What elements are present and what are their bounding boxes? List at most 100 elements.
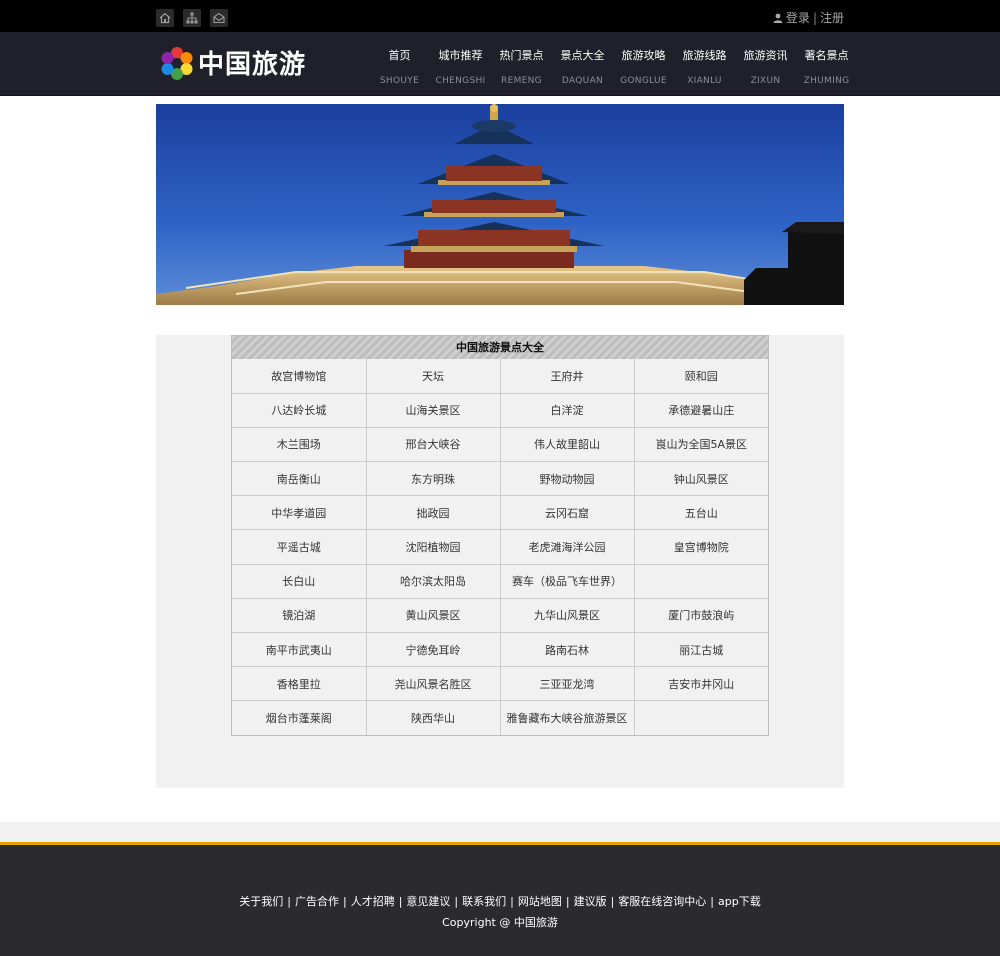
footer-link-jobs[interactable]: 人才招聘 [351,895,395,908]
footer-divider: | [398,895,403,908]
table-row: 故宫博物馆 天坛 王府井 颐和园 [232,359,768,394]
footer-link-feedback[interactable]: 意见建议 [406,895,450,908]
attraction-link[interactable]: 中华孝道园 [232,495,367,531]
attraction-link[interactable]: 宁德免耳岭 [365,631,501,668]
footer-link-support[interactable]: 客服在线咨询中心 [618,895,706,908]
attraction-link[interactable]: 烟台市蓬莱阁 [232,700,367,736]
mail-icon[interactable] [210,9,228,27]
footer-spacer [0,822,1000,842]
attraction-link[interactable]: 雅鲁藏布大峡谷旅游景区 [499,700,635,736]
nav-sublabel: ZHUMING [803,76,850,86]
register-link[interactable]: 注册 [820,9,844,26]
attraction-link[interactable]: 王府井 [499,359,635,394]
attraction-link[interactable]: 黄山风景区 [365,597,501,634]
attraction-link[interactable]: 三亚亚龙湾 [499,666,635,702]
site-logo[interactable]: 中国旅游 [160,44,306,81]
attraction-link[interactable]: 丽江古城 [633,631,768,668]
attraction-link[interactable]: 平遥古城 [232,529,367,565]
attraction-link[interactable]: 白洋淀 [499,392,635,428]
nav-item-zixun[interactable]: 旅游资讯 ZIXUN [735,32,796,96]
attraction-link[interactable]: 颐和园 [633,359,768,394]
footer-link-about[interactable]: 关于我们 [239,895,283,908]
attraction-link[interactable]: 吉安市井冈山 [633,666,768,702]
content-panel: 中国旅游景点大全 故宫博物馆 天坛 王府井 颐和园 八达岭长城 山海关景区 白洋… [156,335,844,788]
attraction-link[interactable]: 镜泊湖 [232,597,367,634]
nav-item-daquan[interactable]: 景点大全 DAQUAN [552,32,613,96]
table-row: 南平市武夷山 宁德免耳岭 路南石林 丽江古城 [232,631,768,668]
attraction-link[interactable]: 云冈石窟 [499,495,635,531]
nav-item-shouye[interactable]: 首页 SHOUYE [369,32,430,96]
top-bar: 登录 | 注册 [0,0,1000,32]
top-icons [156,9,228,27]
table-row: 烟台市蓬莱阁 陕西华山 雅鲁藏布大峡谷旅游景区 [232,700,768,736]
footer-link-ads[interactable]: 广告合作 [295,895,339,908]
user-icon [773,13,783,23]
footer-divider: | [342,895,347,908]
nav-item-remeng[interactable]: 热门景点 REMENG [491,32,552,96]
attraction-link[interactable]: 九华山风景区 [499,597,635,634]
site-header: 中国旅游 首页 SHOUYE 城市推荐 CHENGSHI 热门景点 REMENG 景点… [0,32,1000,96]
nav-label: 首页 [388,49,411,62]
nav-label: 旅游攻略 [621,49,666,62]
attraction-link[interactable]: 沈阳植物园 [365,529,501,565]
footer-link-suggest[interactable]: 建议版 [574,895,607,908]
nav-item-xianlu[interactable]: 旅游线路 XIANLU [674,32,735,96]
attraction-link[interactable]: 伟人故里韶山 [499,426,635,463]
table-row: 长白山 哈尔滨太阳岛 赛车（极品飞车世界） [232,563,768,599]
attraction-link[interactable]: 长白山 [232,563,367,599]
nav-sublabel: REMENG [501,76,542,86]
footer-link-sitemap[interactable]: 网站地图 [518,895,562,908]
attraction-link[interactable]: 山海关景区 [365,392,501,428]
attraction-link[interactable]: 赛车（极品飞车世界） [499,563,635,599]
attraction-link[interactable]: 野物动物园 [499,461,635,497]
attraction-link[interactable]: 皇宫博物院 [633,529,768,565]
copyright: Copyright @ 中国旅游 [442,916,558,929]
attraction-link[interactable]: 南岳衡山 [232,461,367,497]
footer-divider: | [287,895,291,908]
attraction-link[interactable]: 五台山 [633,495,768,531]
attraction-link[interactable]: 尧山风景名胜区 [365,666,501,702]
nav-sublabel: SHOUYE [379,76,420,86]
footer-link-app[interactable]: app下载 [718,895,761,908]
attraction-link[interactable]: 八达岭长城 [232,392,367,428]
login-link[interactable]: 登录 [786,9,810,26]
footer-link-contact[interactable]: 联系我们 [462,895,506,908]
footer-divider: | [510,895,514,908]
hero-banner [156,104,844,305]
nav-item-chengshi[interactable]: 城市推荐 CHENGSHI [430,32,491,96]
attraction-link[interactable]: 东方明珠 [365,461,501,497]
nav-sublabel: CHENGSHI [435,76,486,86]
attraction-link[interactable]: 木兰围场 [232,426,367,463]
nav-label: 城市推荐 [438,49,483,62]
attraction-link[interactable]: 崀山为全国5A景区 [633,426,768,463]
nav-sublabel: XIANLU [687,76,722,86]
attraction-link[interactable]: 南平市武夷山 [232,631,367,668]
attraction-link[interactable]: 陕西华山 [365,700,501,736]
attraction-link[interactable]: 路南石林 [499,631,635,668]
attraction-link[interactable]: 邢台大峡谷 [365,426,501,463]
attraction-link[interactable]: 拙政园 [365,495,501,531]
attraction-link[interactable]: 香格里拉 [232,666,367,702]
home-icon[interactable] [156,9,174,27]
attraction-link[interactable]: 天坛 [365,359,501,394]
footer-divider: | [454,895,459,908]
nav-item-gonglue[interactable]: 旅游攻略 GONGLUE [613,32,674,96]
attraction-link[interactable]: 老虎滩海洋公园 [499,529,635,565]
nav-label: 旅游线路 [682,49,727,62]
attraction-link[interactable]: 厦门市鼓浪屿 [633,597,768,634]
login-separator: | [812,10,817,25]
brand-name: 中国旅游 [198,50,307,80]
nav-item-zhuming[interactable]: 著名景点 ZHUMING [796,32,857,96]
nav-sublabel: GONGLUE [620,76,667,86]
main-nav: 首页 SHOUYE 城市推荐 CHENGSHI 热门景点 REMENG 景点大全 DAQ… [369,32,857,96]
nav-label: 著名景点 [804,49,849,62]
sitemap-icon[interactable] [183,9,201,27]
attraction-link[interactable]: 钟山风景区 [633,461,768,497]
table-title: 中国旅游景点大全 [232,336,768,359]
attractions-grid: 故宫博物馆 天坛 王府井 颐和园 八达岭长城 山海关景区 白洋淀 承德避暑山庄 … [232,359,768,736]
attraction-link[interactable]: 承德避暑山庄 [633,392,768,428]
table-row: 木兰围场 邢台大峡谷 伟人故里韶山 崀山为全国5A景区 [232,426,768,463]
empty-cell [633,563,768,599]
attraction-link[interactable]: 哈尔滨太阳岛 [365,563,501,599]
attraction-link[interactable]: 故宫博物馆 [232,359,367,394]
